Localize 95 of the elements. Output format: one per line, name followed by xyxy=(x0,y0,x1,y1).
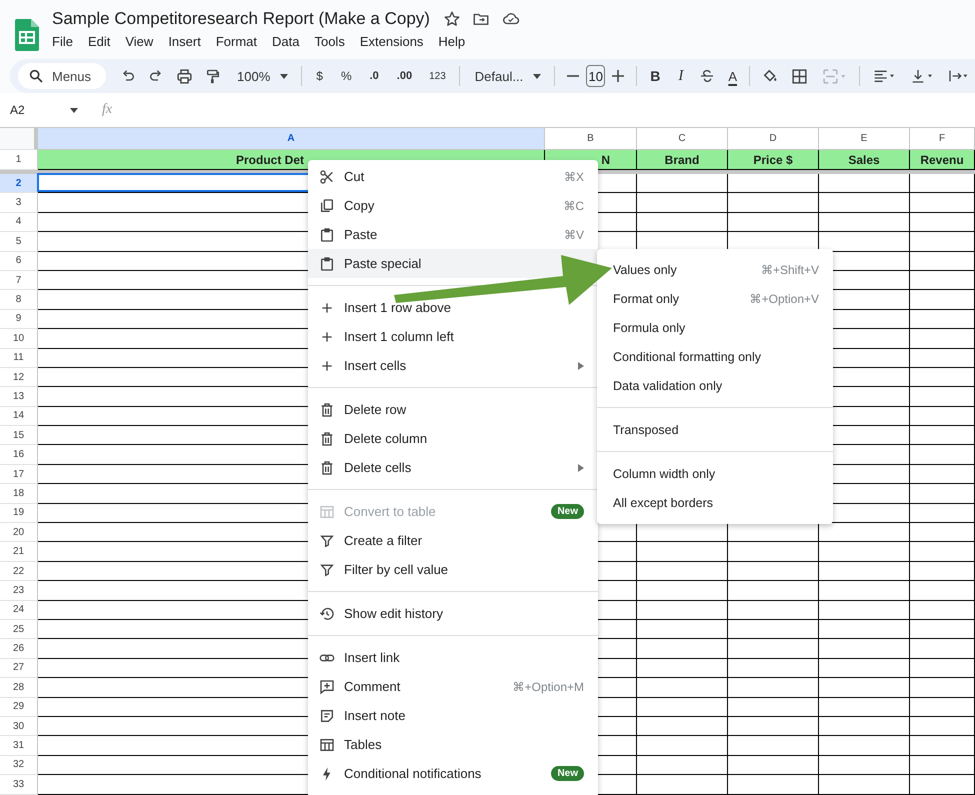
row-header[interactable]: 17 xyxy=(0,464,38,484)
text-color-button[interactable]: A xyxy=(721,64,744,88)
row-header[interactable]: 7 xyxy=(0,270,38,290)
row-header[interactable]: 26 xyxy=(0,639,38,659)
row-header[interactable]: 16 xyxy=(0,445,38,465)
menu-item[interactable]: Tools xyxy=(314,32,352,51)
menu-item[interactable]: Delete row xyxy=(308,395,598,424)
row-header[interactable]: 12 xyxy=(0,368,38,388)
row-header[interactable]: 22 xyxy=(0,562,38,582)
number-format-button[interactable]: 123 xyxy=(421,64,454,88)
menu-item[interactable]: Insert 1 column left xyxy=(308,322,598,351)
row-header[interactable]: 25 xyxy=(0,620,38,640)
row-header[interactable]: 33 xyxy=(0,775,38,794)
row-header[interactable]: 15 xyxy=(0,426,38,446)
font-size-field[interactable]: 10 xyxy=(586,65,606,87)
function-label: fx xyxy=(102,102,112,118)
menu-item[interactable]: Formula only xyxy=(597,313,833,342)
zoom-dropdown[interactable]: 100% xyxy=(227,64,296,88)
row-header[interactable]: 30 xyxy=(0,716,38,736)
currency-button[interactable]: $ xyxy=(307,64,332,88)
row-header[interactable]: 4 xyxy=(0,212,38,232)
menu-item[interactable]: Filter by cell value xyxy=(308,555,598,584)
row-header[interactable]: 10 xyxy=(0,329,38,349)
menu-item[interactable]: File xyxy=(52,32,80,51)
menu-item[interactable]: View xyxy=(125,32,160,51)
menu-item[interactable]: Conditional formatting only xyxy=(597,342,833,371)
menu-item[interactable]: Extensions xyxy=(360,32,430,51)
menus-search-button[interactable]: Menus xyxy=(18,63,106,89)
italic-button[interactable]: I xyxy=(668,64,694,88)
font-dropdown[interactable]: Defaul... xyxy=(464,64,550,88)
menu-item[interactable]: Help xyxy=(438,32,472,51)
table-cell: Price $ xyxy=(728,150,819,170)
menu-item[interactable]: Insert 1 row above xyxy=(308,293,598,322)
row-header[interactable]: 14 xyxy=(0,406,38,426)
row-header[interactable]: 21 xyxy=(0,542,38,562)
menu-item[interactable]: Edit xyxy=(88,32,118,51)
shortcut-label: ⌘C xyxy=(563,198,584,212)
row-header[interactable]: 18 xyxy=(0,484,38,504)
menu-item[interactable]: Column width only xyxy=(597,459,833,488)
menu-item[interactable]: Show edit history xyxy=(308,599,598,628)
menu-item[interactable]: Copy ⌘C xyxy=(308,191,598,220)
shortcut-label: ⌘+Shift+V xyxy=(760,262,819,276)
menu-item[interactable]: Insert cells xyxy=(308,351,598,380)
menu-item[interactable]: Data validation only xyxy=(597,371,833,400)
menu-item[interactable]: Delete column xyxy=(308,424,598,453)
menu-item[interactable]: Format xyxy=(216,32,264,51)
menu-item[interactable]: Create a filter xyxy=(308,526,598,555)
row-header[interactable]: 32 xyxy=(0,756,38,776)
document-title[interactable]: Sample Competitoresearch Report (Make a Copy) xyxy=(52,9,430,29)
row-header[interactable]: 27 xyxy=(0,658,38,678)
menu-item[interactable]: Format only ⌘+Option+V xyxy=(597,284,833,313)
menu-item[interactable]: Comment ⌘+Option+M xyxy=(308,672,598,701)
row-header[interactable]: 8 xyxy=(0,290,38,310)
menu-item[interactable]: Insert xyxy=(168,32,208,51)
name-box[interactable]: A2 xyxy=(10,103,70,117)
shortcut-label: ⌘+Option+V xyxy=(750,292,819,306)
row-header[interactable]: 5 xyxy=(0,232,38,252)
menu-item[interactable]: Paste ⌘V xyxy=(308,220,598,249)
table-cell: Sales xyxy=(819,150,910,170)
row-header[interactable]: 9 xyxy=(0,310,38,330)
decrease-decimal-button[interactable]: .0 xyxy=(360,64,388,88)
row-header[interactable]: 19 xyxy=(0,504,38,524)
row-header[interactable]: 28 xyxy=(0,678,38,698)
row-header[interactable]: 3 xyxy=(0,193,38,213)
row-header[interactable]: 29 xyxy=(0,698,38,717)
row-header[interactable]: 1 xyxy=(0,150,38,170)
row-header[interactable]: 24 xyxy=(0,600,38,620)
percent-button[interactable]: % xyxy=(332,64,361,88)
column-header[interactable]: A xyxy=(38,128,545,150)
menu-item[interactable]: Insert note xyxy=(308,701,598,730)
row-header[interactable]: 11 xyxy=(0,348,38,368)
new-badge: New xyxy=(551,504,584,519)
increase-decimal-button[interactable]: .00 xyxy=(388,64,422,88)
row-header[interactable]: 13 xyxy=(0,387,38,407)
menu-item[interactable]: Insert link xyxy=(308,643,598,672)
new-badge: New xyxy=(551,766,584,781)
table-cell: Brand xyxy=(637,150,728,170)
row-header[interactable]: 2 xyxy=(0,174,38,194)
menu-item[interactable]: Paste special xyxy=(308,249,598,278)
table-cell: Revenu xyxy=(910,150,975,170)
bold-button[interactable]: B xyxy=(642,64,668,88)
menu-item[interactable]: Data xyxy=(272,32,306,51)
menu-item[interactable]: Tables xyxy=(308,730,598,759)
row-header[interactable]: 6 xyxy=(0,252,38,271)
menu-item[interactable]: All except borders xyxy=(597,488,833,517)
menu-item[interactable]: Values only ⌘+Shift+V xyxy=(597,255,833,284)
menu-item[interactable]: Conditional notifications New xyxy=(308,759,598,788)
menu-item[interactable]: Transposed xyxy=(597,415,833,444)
shortcut-label: ⌘V xyxy=(564,228,584,242)
menu-item[interactable]: Delete cells xyxy=(308,453,598,482)
shortcut-label: ⌘X xyxy=(564,170,584,184)
row-header[interactable]: 20 xyxy=(0,523,38,542)
row-header[interactable]: 31 xyxy=(0,736,38,756)
shortcut-label: ⌘+Option+M xyxy=(512,680,584,694)
row-header[interactable]: 23 xyxy=(0,581,38,601)
